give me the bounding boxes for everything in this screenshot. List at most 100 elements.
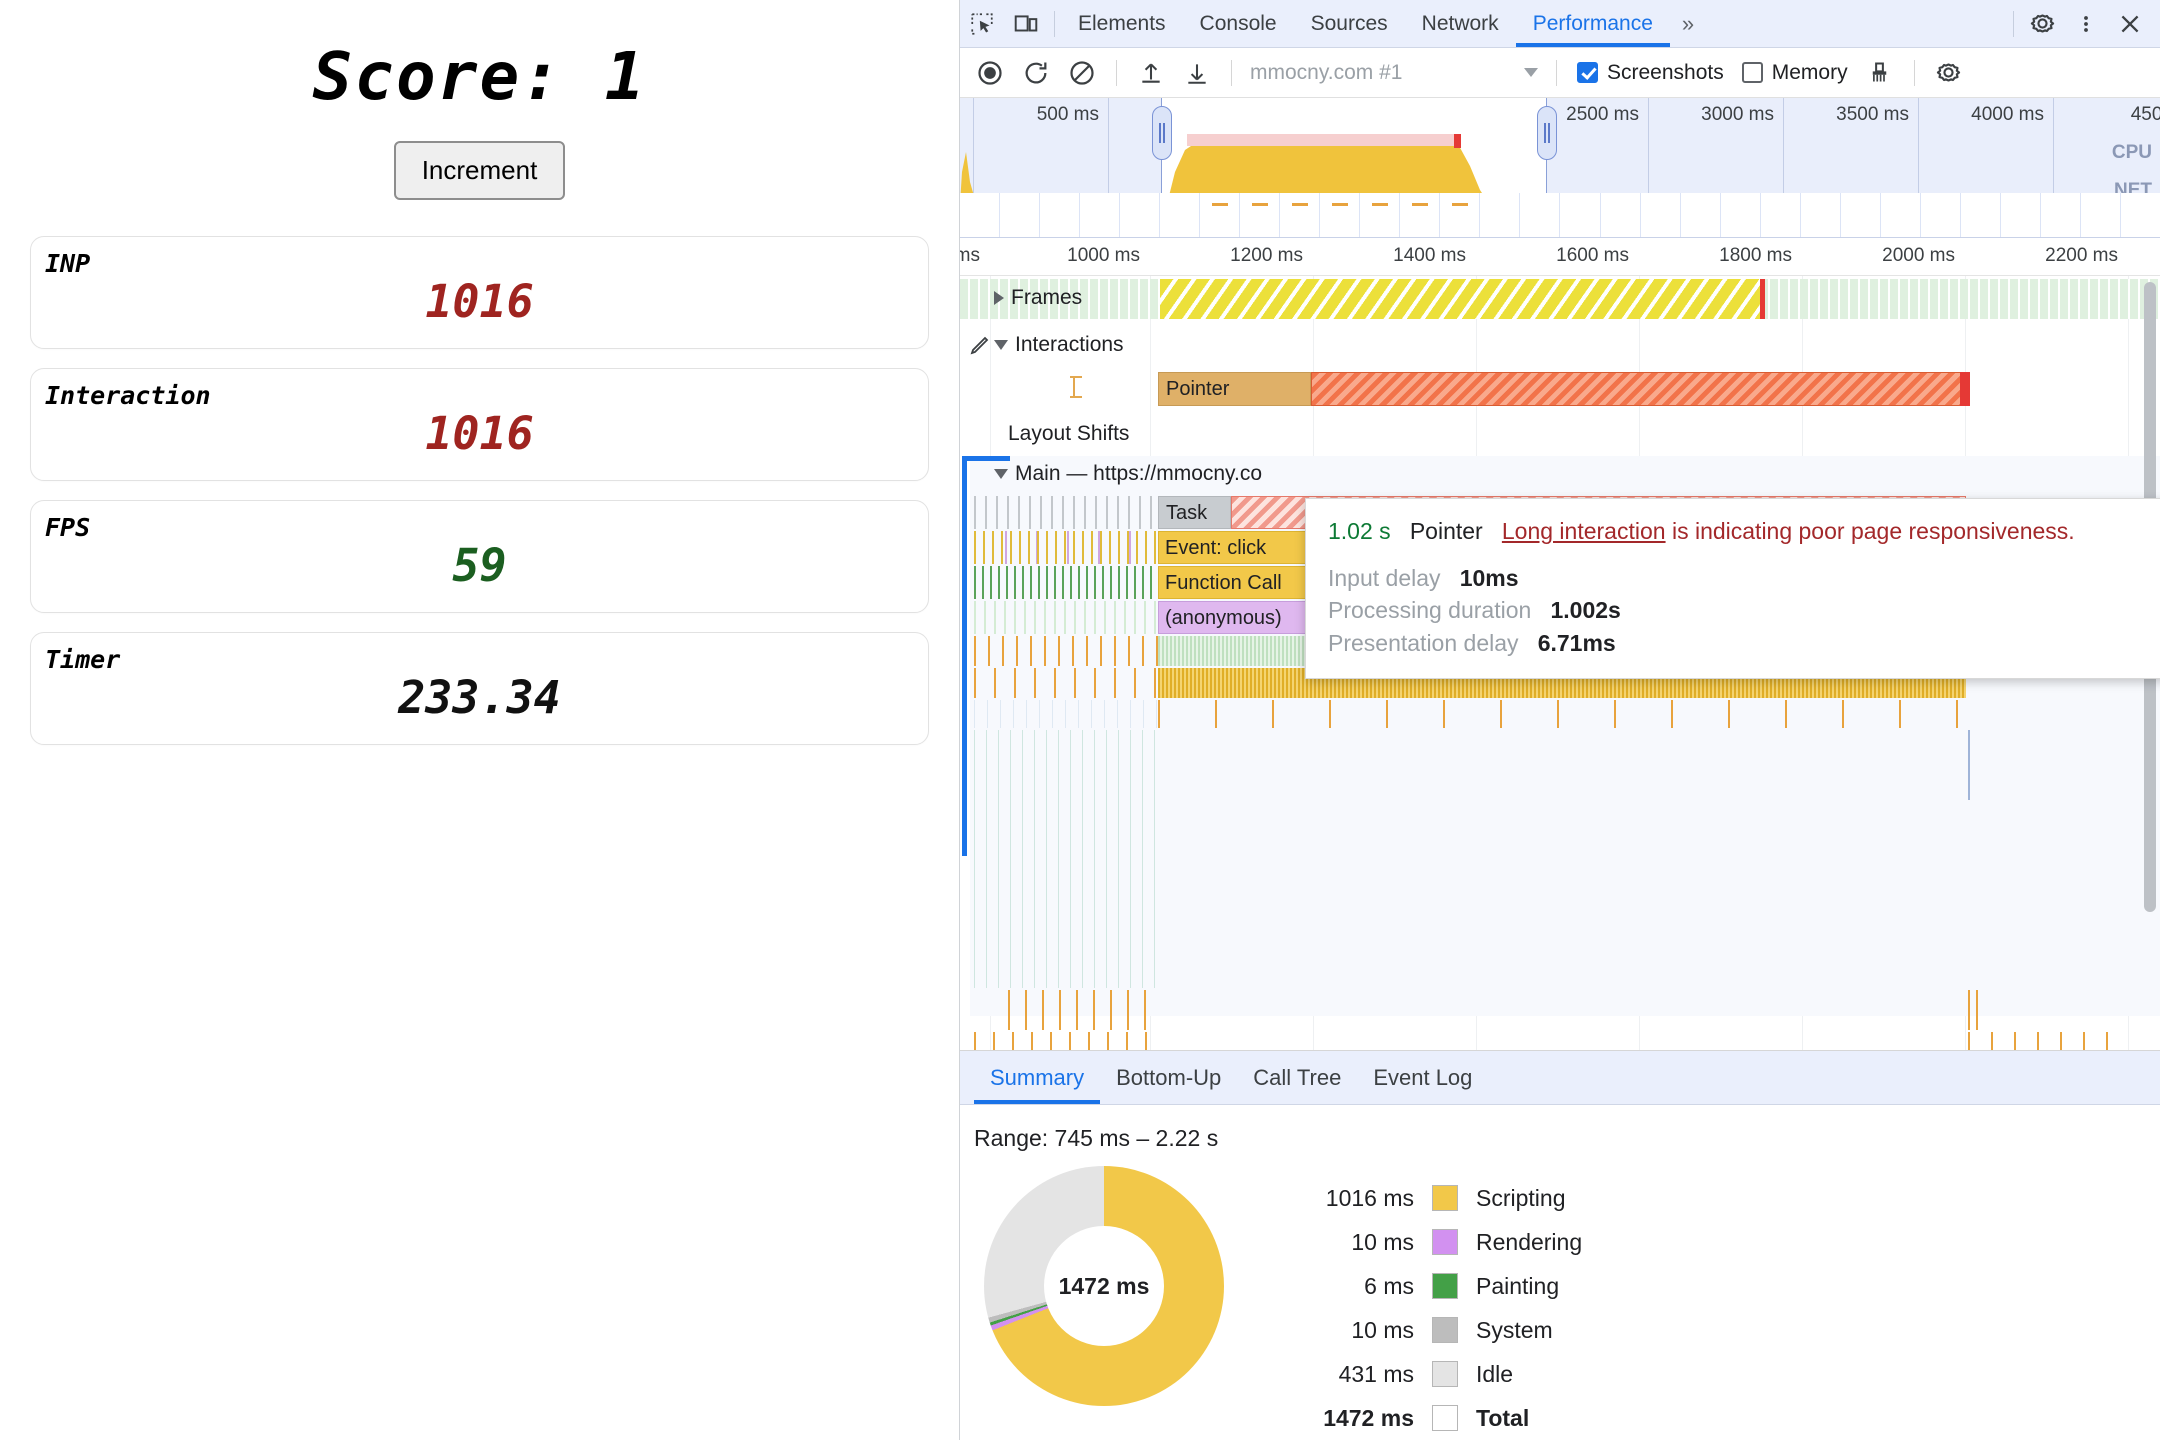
overview-tick: 4500 (2130, 104, 2160, 125)
flame-tick: 1600 ms (1556, 245, 1629, 266)
flame-tick: 1000 ms (1067, 245, 1140, 266)
close-icon[interactable] (2108, 4, 2152, 44)
tab-console[interactable]: Console (1183, 1, 1294, 47)
long-interaction-link[interactable]: Long interaction (1502, 518, 1666, 544)
clear-button[interactable] (1060, 53, 1104, 93)
demo-page: Score: 1 Increment INP 1016 Interaction … (0, 0, 960, 1440)
screenshots-checkbox[interactable]: Screenshots (1569, 61, 1732, 85)
kebab-menu-icon[interactable] (2064, 4, 2108, 44)
legend-row: 10 ms System (1264, 1308, 1582, 1352)
legend-row: 431 ms Idle (1264, 1352, 1582, 1396)
collect-garbage-icon[interactable] (1858, 53, 1902, 93)
export-profile-icon[interactable] (1175, 53, 1219, 93)
overview-window-handle-left[interactable] (1152, 106, 1172, 160)
metric-card-inp: INP 1016 (30, 236, 929, 349)
more-tabs-icon[interactable]: » (1670, 11, 1706, 37)
tab-call-tree[interactable]: Call Tree (1237, 1052, 1357, 1104)
tab-event-log[interactable]: Event Log (1357, 1052, 1488, 1104)
legend-value: 1016 ms (1325, 1184, 1414, 1211)
legend-swatch (1432, 1405, 1458, 1431)
tooltip-row-input-delay: Input delay 10ms (1328, 562, 2144, 595)
divider (1231, 59, 1232, 86)
devtools-panel: Elements Console Sources Network Perform… (960, 0, 2160, 1440)
chevron-down-icon (1524, 68, 1538, 77)
metric-value: 59 (452, 539, 507, 592)
checkbox-box (1741, 62, 1763, 83)
flamechart-ruler: ms 1000 ms 1200 ms 1400 ms 1600 ms 1800 … (960, 238, 2160, 276)
target-selector[interactable]: mmocny.com #1 (1244, 56, 1544, 90)
interaction-processing-hatch[interactable] (1311, 372, 1966, 406)
tab-sources[interactable]: Sources (1294, 1, 1405, 47)
record-reload-button[interactable] (1014, 53, 1058, 93)
performance-toolbar: mmocny.com #1 Screenshots Memory (960, 48, 2160, 98)
import-profile-icon[interactable] (1129, 53, 1173, 93)
inspect-element-icon[interactable] (960, 4, 1004, 44)
overview-window-handle-right[interactable] (1537, 106, 1557, 160)
tooltip-value: 10ms (1459, 564, 1519, 591)
track-frames[interactable]: Frames (960, 276, 2160, 322)
track-interactions[interactable]: Interactions (960, 322, 2160, 370)
screenshots-label: Screenshots (1607, 60, 1724, 84)
interaction-row[interactable]: Pointer (960, 370, 2160, 412)
tooltip-key: Input delay (1328, 564, 1441, 591)
flame-bar-label: Function Call (1165, 572, 1282, 594)
flame-bar-task[interactable]: Task (1158, 496, 1231, 529)
tooltip-key: Processing duration (1328, 597, 1532, 624)
track-header-main[interactable]: Main — https://mmocny.co (960, 462, 1262, 486)
flame-tick: 2200 ms (2045, 245, 2118, 266)
tooltip-event-name: Pointer (1409, 518, 1483, 544)
interaction-tooltip: 1.02 s Pointer Long interaction is indic… (1305, 498, 2160, 679)
increment-button[interactable]: Increment (393, 141, 566, 200)
track-header-layout-shifts[interactable]: Layout Shifts (960, 422, 1129, 446)
flame-chart[interactable]: ms 1000 ms 1200 ms 1400 ms 1600 ms 1800 … (960, 238, 2160, 1051)
tab-network[interactable]: Network (1405, 1, 1516, 47)
track-layout-shifts[interactable]: Layout Shifts (960, 412, 2160, 456)
divider (1116, 59, 1117, 86)
legend-row-total: 1472 ms Total (1264, 1396, 1582, 1440)
legend-value: 1472 ms (1323, 1404, 1414, 1431)
legend-value: 6 ms (1364, 1272, 1414, 1299)
long-task-marker (1454, 134, 1461, 148)
capture-settings-gear-icon[interactable] (1927, 53, 1971, 93)
metric-label: Timer (45, 645, 121, 674)
screenshot-filmstrip[interactable] (960, 193, 2160, 237)
tab-summary[interactable]: Summary (974, 1052, 1101, 1104)
flame-row-sparse-2[interactable] (960, 990, 2160, 1032)
record-button[interactable] (968, 53, 1012, 93)
tab-performance[interactable]: Performance (1515, 1, 1671, 47)
flame-bar-label: (anonymous) (1165, 607, 1282, 629)
frames-strip-yellow (1160, 279, 1760, 319)
timeline-overview[interactable]: 500 ms 1000 ms 1500 ms 2000 ms 2500 ms 3… (960, 98, 2160, 238)
memory-checkbox[interactable]: Memory (1734, 61, 1856, 85)
page-title: Score: 1 (312, 38, 647, 115)
flame-row-sparse-block[interactable] (960, 730, 2160, 990)
metric-label: Interaction (45, 381, 211, 410)
main-track-selection-indicator (962, 456, 967, 856)
flame-tick: ms (960, 245, 980, 266)
legend-label: Total (1476, 1404, 1530, 1431)
legend-swatch (1432, 1317, 1458, 1343)
flame-row-sparse-3[interactable] (960, 1032, 2160, 1050)
tab-elements[interactable]: Elements (1061, 1, 1183, 47)
legend-swatch (1432, 1185, 1458, 1211)
legend-row: 10 ms Rendering (1264, 1220, 1582, 1264)
overview-tick: 3000 ms (1701, 104, 1774, 125)
tab-bottom-up[interactable]: Bottom-Up (1100, 1052, 1237, 1104)
overview-tick: 4000 ms (1971, 104, 2044, 125)
interaction-pointer-bar[interactable]: Pointer (1158, 372, 1311, 406)
track-header-frames[interactable]: Frames (960, 286, 1082, 310)
track-header-interactions[interactable]: Interactions (960, 333, 1124, 357)
overview-tick: 500 ms (1036, 104, 1099, 125)
activity-donut-chart[interactable]: 1472 ms (984, 1166, 1224, 1406)
chevron-down-icon (994, 340, 1008, 350)
gear-icon[interactable] (2020, 4, 2064, 44)
tooltip-headline: 1.02 s Pointer Long interaction is indic… (1328, 515, 2144, 548)
divider (1556, 59, 1557, 86)
flame-row-sparse-1[interactable] (960, 700, 2160, 730)
device-toolbar-icon[interactable] (1004, 4, 1048, 44)
long-task-bar (1187, 134, 1455, 146)
metric-card-fps: FPS 59 (30, 500, 929, 613)
metric-label: FPS (45, 513, 91, 542)
legend-row: 6 ms Painting (1264, 1264, 1582, 1308)
flame-tick: 1200 ms (1230, 245, 1303, 266)
